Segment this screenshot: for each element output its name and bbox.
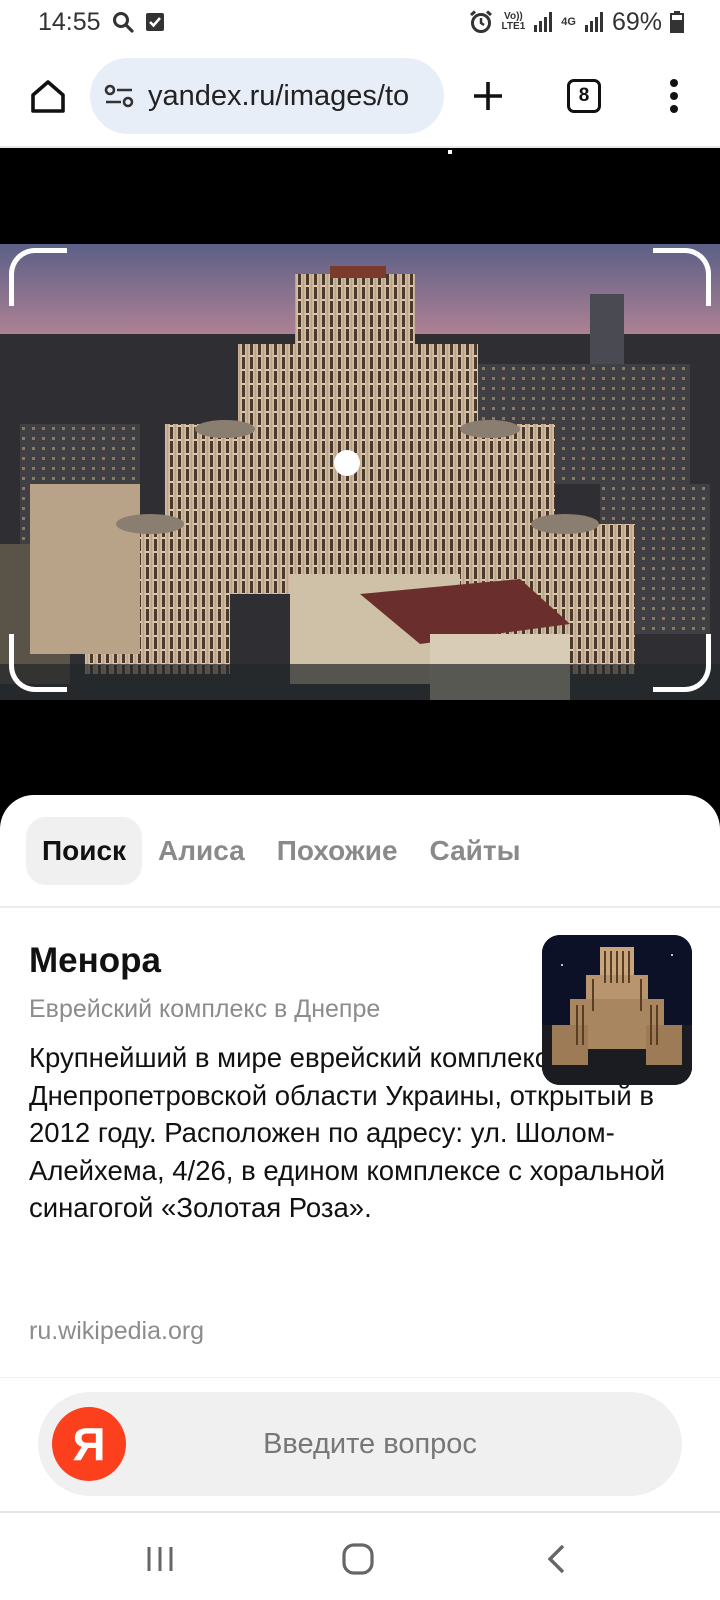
home-button[interactable] [22,70,74,122]
battery-percent: 69% [611,7,662,36]
home-nav-button[interactable] [328,1531,388,1587]
results-sheet: Поиск Алиса Похожие Сайты Менора Еврейск… [0,795,720,1377]
result-subtitle: Еврейский комплекс в Днепре [29,995,381,1023]
volte-label-bottom: LTE1 [501,21,526,32]
url-bar[interactable]: yandex.ru/images/to [90,58,444,134]
crop-corner-bottom-left[interactable] [9,634,67,692]
alarm-icon [468,9,494,35]
home-nav-icon [342,1543,374,1575]
volte-icon: Vo)) LTE1 [502,12,526,32]
tab-sites[interactable]: Сайты [414,817,537,885]
crop-handle-marker [448,150,452,154]
recent-apps-icon [147,1547,173,1571]
search-bar-area: Введите вопрос Я [0,1377,720,1511]
building-photo[interactable] [0,244,720,700]
result-source-link[interactable]: ru.wikipedia.org [29,1317,204,1346]
signal-icon [584,11,604,33]
battery-icon [670,11,684,33]
search-icon [111,10,135,34]
yandex-logo-icon[interactable]: Я [52,1407,126,1481]
crop-corner-top-right[interactable] [653,248,711,306]
more-vert-icon [670,79,678,113]
4g-icon: 4G [561,16,576,28]
status-bar: 14:55 Vo)) LTE1 4G 69% [0,0,720,44]
search-placeholder[interactable]: Введите вопрос [38,1392,682,1496]
crop-corner-bottom-right[interactable] [653,634,711,692]
site-settings-icon[interactable] [104,83,134,109]
url-text[interactable]: yandex.ru/images/to [148,80,409,113]
new-tab-plus-icon [474,82,502,110]
tab-similar[interactable]: Похожие [261,817,414,885]
yandex-logo-letter: Я [72,1418,106,1470]
crop-corner-top-left[interactable] [9,248,67,306]
tab-switcher-button[interactable]: 8 [556,68,612,124]
tab-search[interactable]: Поиск [26,817,143,885]
new-tab-button[interactable] [460,68,516,124]
focus-point[interactable] [334,450,360,476]
tab-switcher-icon: 8 [567,79,601,113]
tabs-divider [0,906,720,908]
more-menu-button[interactable] [648,68,700,124]
home-icon [31,80,65,113]
search-input[interactable]: Введите вопрос Я [38,1392,682,1496]
image-viewer[interactable] [0,150,720,800]
back-chevron-icon [547,1544,565,1574]
system-nav-bar [0,1511,720,1600]
result-title[interactable]: Менора [29,941,161,981]
browser-toolbar: yandex.ru/images/to 8 [0,44,720,148]
back-button[interactable] [526,1531,586,1587]
signal-icon [533,11,553,33]
result-tabs: Поиск Алиса Похожие Сайты [26,817,537,885]
recent-apps-button[interactable] [130,1531,190,1587]
screen: 14:55 Vo)) LTE1 4G 69% yandex.ru/images/… [0,0,720,1600]
checkbox-notification-icon [145,12,165,32]
tab-alice[interactable]: Алиса [142,817,261,885]
tab-count-label: 8 [578,85,590,106]
status-time: 14:55 [38,7,101,36]
4g-label: 4G [561,16,576,28]
result-thumbnail[interactable] [542,935,692,1085]
